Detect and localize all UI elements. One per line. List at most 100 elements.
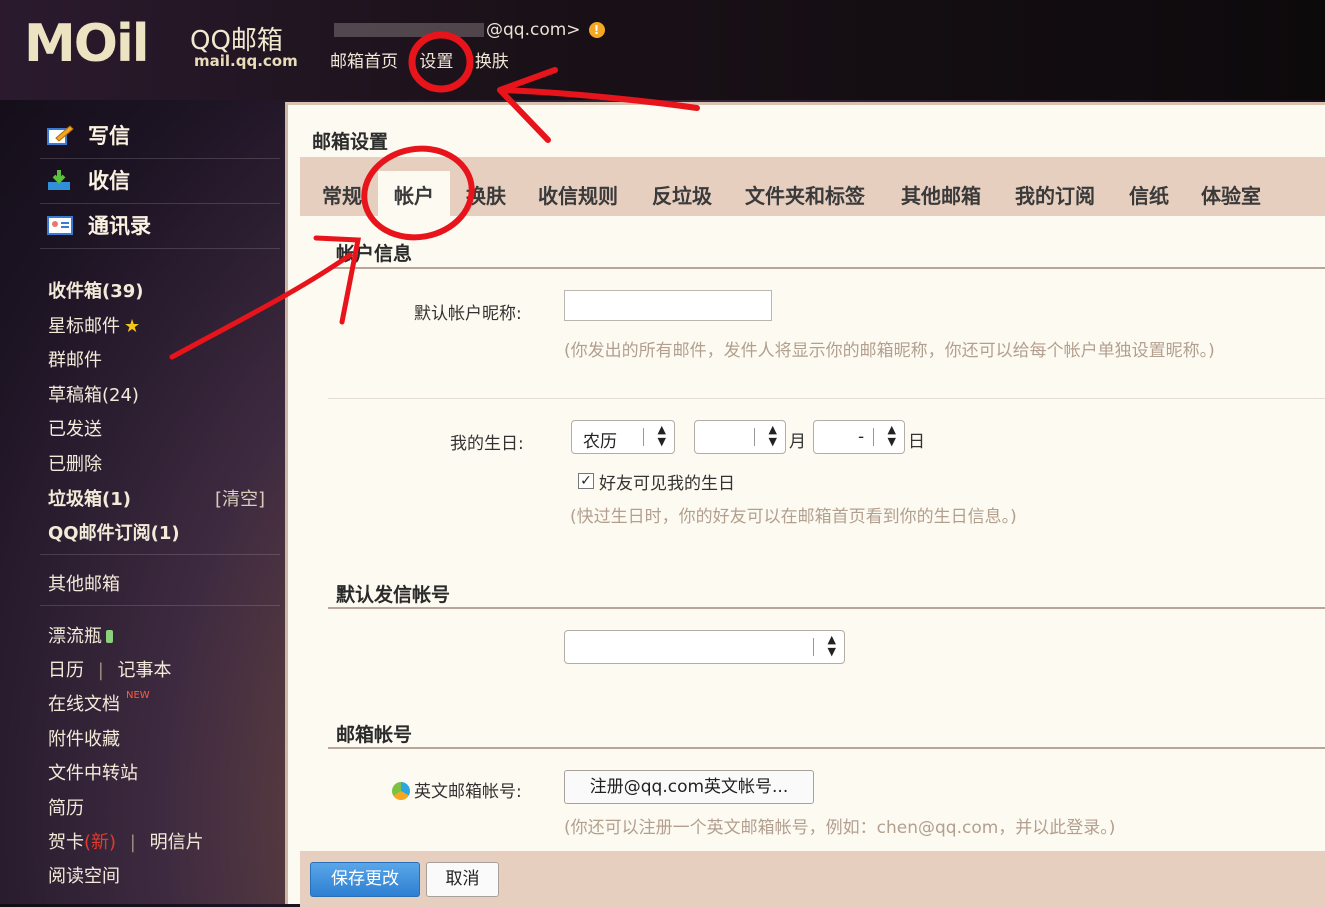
sidebar: 写信 收信 通讯录 收件箱(39) 星标邮件 ★ 群邮件 草稿箱(24) 已发送 … [0, 100, 285, 904]
contacts-icon [47, 216, 73, 235]
contacts-button[interactable]: 通讯录 [46, 210, 151, 240]
select-separator [754, 428, 755, 446]
redacted-username [334, 23, 484, 37]
sidebar-divider [40, 248, 280, 249]
drift-bottle-label: 漂流瓶 [48, 626, 102, 647]
receive-button[interactable]: 收信 [46, 165, 130, 195]
app-online-docs[interactable]: 在线文档 NEW [48, 690, 150, 716]
app-calendar-notes: 日历 | 记事本 [48, 656, 172, 682]
section-title-default-sender: 默认发信帐号 [336, 584, 451, 606]
compose-label: 写信 [88, 124, 130, 148]
sidebar-divider [40, 605, 280, 606]
greeting-card-link[interactable]: 贺卡(新) [48, 832, 116, 853]
logo-mark: MOil [24, 14, 150, 74]
select-arrows-icon: ▲ ▼ [657, 423, 666, 448]
compose-button[interactable]: 写信 [46, 120, 130, 150]
folder-spam[interactable]: 垃圾箱(1) [48, 485, 131, 511]
tab-stationery[interactable]: 信纸 [1129, 171, 1169, 216]
app-cards-postcards: 贺卡(新) | 明信片 [48, 828, 204, 854]
folder-deleted[interactable]: 已删除 [48, 450, 102, 476]
tab-skin[interactable]: 换肤 [466, 171, 506, 216]
top-nav: 邮箱首页 设置 换肤 [330, 47, 525, 72]
warning-icon[interactable]: ! [588, 22, 605, 38]
app-file-transfer[interactable]: 文件中转站 [48, 759, 138, 785]
clear-spam-link[interactable]: [清空] [215, 485, 265, 511]
tab-my-subscriptions[interactable]: 我的订阅 [1015, 171, 1095, 216]
english-account-label: 英文邮箱帐号: [392, 777, 522, 802]
day-unit: 日 [908, 432, 925, 452]
sidebar-divider [40, 158, 280, 159]
nav-skin[interactable]: 换肤 [475, 52, 509, 72]
friends-visible-checkbox[interactable]: ✓ [578, 473, 594, 489]
folder-sent[interactable]: 已发送 [48, 415, 102, 441]
tab-other-mailboxes[interactable]: 其他邮箱 [901, 171, 981, 216]
app-reading-space[interactable]: 阅读空间 [48, 862, 120, 888]
new-badge: NEW [126, 690, 150, 701]
calendar-type-select[interactable]: 农历 ▲ ▼ [571, 420, 675, 454]
logo-domain: mail.qq.com [194, 52, 298, 70]
greeting-card-label: 贺卡 [48, 832, 84, 853]
section-divider [328, 747, 1325, 749]
tab-account[interactable]: 帐户 [378, 171, 450, 216]
friends-visible-label[interactable]: 好友可见我的生日 [599, 469, 735, 494]
select-arrows-icon: ▲ ▼ [887, 423, 896, 448]
calendar-type-value: 农历 [583, 432, 617, 452]
page-title: 邮箱设置 [312, 131, 389, 153]
tab-general[interactable]: 常规 [322, 171, 362, 216]
english-account-label-text: 英文邮箱帐号: [414, 782, 522, 802]
settings-tabs: 常规 帐户 换肤 收信规则 反垃圾 文件夹和标签 其他邮箱 我的订阅 信纸 体验… [300, 157, 1325, 216]
user-account-line: @qq.com>! [334, 20, 605, 40]
sidebar-divider [40, 203, 280, 204]
new-tag: (新) [84, 832, 117, 853]
folder-drafts[interactable]: 草稿箱(24) [48, 381, 139, 407]
select-separator [873, 428, 874, 446]
nickname-hint: (你发出的所有邮件，发件人将显示你的邮箱昵称，你还可以给每个帐户单独设置昵称。) [564, 341, 1215, 361]
postcard-link[interactable]: 明信片 [150, 832, 204, 853]
nickname-input[interactable] [564, 290, 772, 321]
tab-mail-rules[interactable]: 收信规则 [538, 171, 618, 216]
notes-link[interactable]: 记事本 [118, 660, 172, 681]
settings-panel: 邮箱设置 常规 帐户 换肤 收信规则 反垃圾 文件夹和标签 其他邮箱 我的订阅 … [285, 102, 1325, 907]
english-account-hint: (你还可以注册一个英文邮箱帐号，例如：chen@qq.com，并以此登录。) [564, 818, 1116, 838]
folder-starred[interactable]: 星标邮件 ★ [48, 312, 140, 338]
inbox-download-icon [48, 170, 70, 190]
receive-label: 收信 [88, 169, 130, 193]
select-separator [643, 428, 644, 446]
qq-logo-icon [392, 782, 410, 800]
select-arrows-icon: ▲ ▼ [768, 423, 777, 448]
birth-month-select[interactable]: ▲ ▼ [694, 420, 786, 454]
folder-subscriptions[interactable]: QQ邮件订阅(1) [48, 519, 180, 545]
folder-group[interactable]: 群邮件 [48, 346, 102, 372]
star-icon: ★ [124, 316, 141, 337]
nav-mail-home[interactable]: 邮箱首页 [330, 52, 398, 72]
select-arrows-icon: ▲ ▼ [827, 633, 836, 658]
folder-inbox[interactable]: 收件箱(39) [48, 277, 144, 303]
link-divider: | [97, 660, 104, 681]
compose-icon [47, 125, 74, 145]
section-divider [328, 607, 1325, 609]
other-mailboxes[interactable]: 其他邮箱 [48, 570, 120, 596]
tab-folders-labels[interactable]: 文件夹和标签 [745, 171, 865, 216]
tab-lab[interactable]: 体验室 [1201, 171, 1261, 216]
app-resume[interactable]: 简历 [48, 794, 84, 820]
select-separator [813, 638, 814, 656]
register-english-account-button[interactable]: 注册@qq.com英文帐号... [564, 770, 814, 804]
online-docs-label: 在线文档 [48, 694, 120, 715]
folder-starred-label: 星标邮件 [48, 316, 120, 337]
default-sender-select[interactable]: ▲ ▼ [564, 630, 845, 664]
link-divider: | [129, 832, 136, 853]
cancel-button[interactable]: 取消 [426, 862, 499, 897]
birth-day-select[interactable]: - ▲ ▼ [813, 420, 905, 454]
app-attachments[interactable]: 附件收藏 [48, 725, 120, 751]
save-button[interactable]: 保存更改 [310, 862, 420, 897]
nav-settings[interactable]: 设置 [419, 52, 453, 72]
top-header: MOil QQ邮箱 mail.qq.com @qq.com>! 邮箱首页 设置 … [0, 0, 1325, 100]
birthday-hint: (快过生日时，你的好友可以在邮箱首页看到你的生日信息。) [570, 507, 1017, 527]
sidebar-divider [40, 554, 280, 555]
action-bar: 保存更改 取消 [300, 851, 1325, 907]
calendar-link[interactable]: 日历 [48, 660, 84, 681]
tab-anti-spam[interactable]: 反垃圾 [652, 171, 712, 216]
app-drift-bottle[interactable]: 漂流瓶 [48, 622, 113, 648]
month-unit: 月 [789, 432, 806, 452]
contacts-label: 通讯录 [88, 214, 151, 238]
